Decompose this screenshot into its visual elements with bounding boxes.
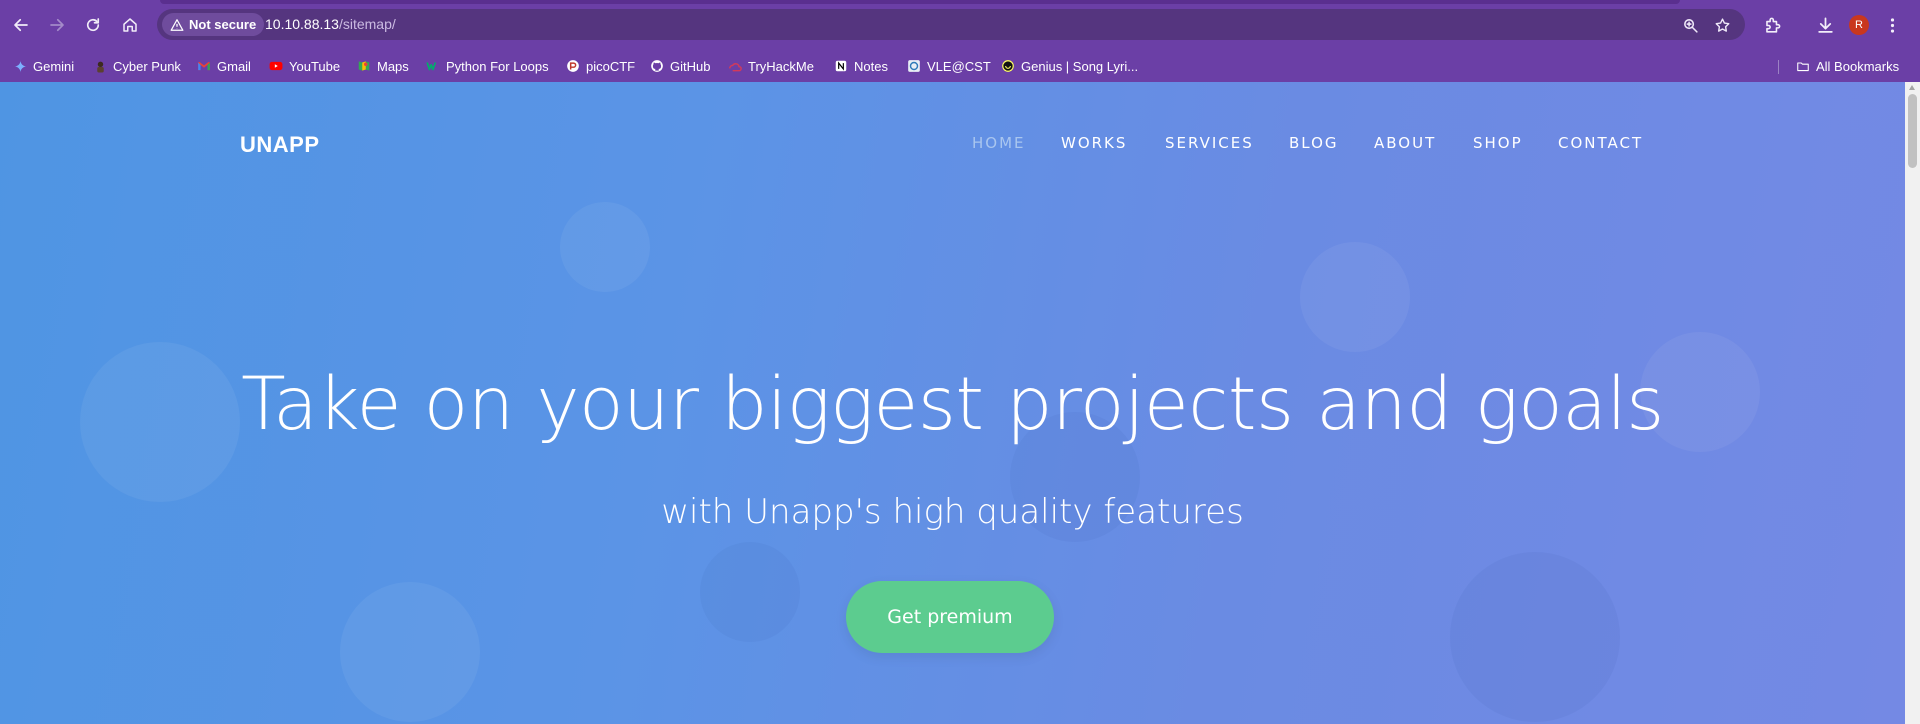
- bookmark-label: Gemini: [33, 58, 75, 74]
- security-label: Not secure: [189, 17, 257, 32]
- w3schools-icon: [426, 59, 440, 73]
- bookmark-label: picoCTF: [586, 58, 636, 74]
- back-button[interactable]: [8, 12, 34, 38]
- nav-works[interactable]: WORKS: [1061, 134, 1127, 152]
- nav-home[interactable]: HOME: [972, 134, 1026, 152]
- all-bookmarks-label: All Bookmarks: [1816, 58, 1900, 74]
- bookmark-label: Cyber Punk: [113, 58, 181, 74]
- bookmark-label: Maps: [377, 58, 409, 74]
- nav-about[interactable]: ABOUT: [1374, 134, 1436, 152]
- background-bokeh: [700, 542, 800, 642]
- url-text[interactable]: 10.10.88.13/sitemap/: [265, 16, 396, 32]
- nav-contact[interactable]: CONTACT: [1558, 134, 1643, 152]
- bookmark-label: Notes: [854, 58, 888, 74]
- arrow-left-icon: [14, 18, 28, 32]
- bookmark-label: Python For Loops: [446, 58, 549, 74]
- browser-toolbar: Not secure 10.10.88.13/sitemap/ R: [0, 0, 1920, 50]
- browser-menu-button[interactable]: [1880, 13, 1904, 37]
- background-bokeh: [1450, 552, 1620, 722]
- bookmark-genius[interactable]: Genius | Song Lyri...: [1001, 56, 1138, 76]
- bookmark-cyber-punk[interactable]: Cyber Punk: [93, 56, 181, 76]
- genius-icon: [1001, 59, 1015, 73]
- home-button[interactable]: [117, 12, 143, 38]
- hero-title: Take on your biggest projects and goals: [241, 362, 1664, 447]
- bookmarks-separator: [1778, 60, 1779, 74]
- vle-icon: [907, 59, 921, 73]
- gemini-icon: [13, 59, 27, 73]
- url-path: /sitemap/: [338, 16, 396, 32]
- background-bokeh: [340, 582, 480, 722]
- bookmark-vle-cst[interactable]: VLE@CST: [907, 56, 991, 76]
- nav-services[interactable]: SERVICES: [1165, 134, 1254, 152]
- main-navigation: HOME WORKS SERVICES BLOG ABOUT SHOP CONT…: [0, 134, 1905, 158]
- folder-icon: [1796, 59, 1810, 73]
- bookmark-picoctf[interactable]: picoCTF: [566, 56, 635, 76]
- profile-avatar[interactable]: R: [1849, 15, 1869, 35]
- bookmark-label: YouTube: [289, 58, 341, 74]
- bookmarks-bar: Gemini Cyber Punk Gmail YouTube Maps Pyt…: [0, 50, 1920, 82]
- bookmark-star-button[interactable]: [1712, 15, 1732, 35]
- zoom-button[interactable]: [1680, 15, 1700, 35]
- picoctf-icon: [566, 59, 580, 73]
- youtube-icon: [269, 59, 283, 73]
- extensions-button[interactable]: [1760, 13, 1784, 37]
- bookmark-notes[interactable]: Notes: [834, 56, 888, 76]
- bookmark-tryhackme[interactable]: TryHackMe: [728, 56, 814, 76]
- reload-button[interactable]: [80, 12, 106, 38]
- home-icon: [123, 18, 137, 32]
- nav-shop[interactable]: SHOP: [1473, 134, 1523, 152]
- puzzle-icon: [1765, 17, 1780, 33]
- zoom-icon: [1683, 18, 1698, 33]
- page-viewport: UNAPP HOME WORKS SERVICES BLOG ABOUT SHO…: [0, 82, 1905, 724]
- cyberpunk-icon: [93, 59, 107, 73]
- bookmark-gmail[interactable]: Gmail: [197, 56, 251, 76]
- bookmark-label: TryHackMe: [748, 58, 814, 74]
- bookmark-maps[interactable]: Maps: [357, 56, 409, 76]
- background-bokeh: [560, 202, 650, 292]
- page-scrollbar[interactable]: [1905, 82, 1920, 724]
- url-host: 10.10.88.13: [265, 16, 339, 32]
- bookmark-github[interactable]: GitHub: [650, 56, 710, 76]
- bookmark-label: Gmail: [217, 58, 251, 74]
- maps-icon: [357, 59, 371, 73]
- all-bookmarks-button[interactable]: All Bookmarks: [1796, 56, 1899, 76]
- bookmark-gemini[interactable]: Gemini: [13, 56, 74, 76]
- hero-subtitle: with Unapp's high quality features: [661, 492, 1244, 532]
- forward-button[interactable]: [44, 12, 70, 38]
- downloads-button[interactable]: [1813, 13, 1837, 37]
- bookmark-label: VLE@CST: [927, 58, 991, 74]
- github-icon: [650, 59, 664, 73]
- more-vertical-icon: [1890, 17, 1894, 33]
- bookmark-youtube[interactable]: YouTube: [269, 56, 340, 76]
- scroll-up-arrow-icon[interactable]: [1909, 85, 1915, 90]
- arrow-right-icon: [50, 18, 64, 32]
- warning-icon: [170, 18, 184, 31]
- bookmark-python-for-loops[interactable]: Python For Loops: [426, 56, 549, 76]
- background-bokeh: [1300, 242, 1410, 352]
- reload-icon: [86, 18, 100, 32]
- download-icon: [1817, 17, 1833, 33]
- notion-icon: [834, 59, 848, 73]
- get-premium-button[interactable]: Get premium: [846, 581, 1054, 653]
- nav-blog[interactable]: BLOG: [1289, 134, 1339, 152]
- scrollbar-thumb[interactable]: [1908, 94, 1917, 168]
- bookmark-label: GitHub: [670, 58, 711, 74]
- tryhackme-icon: [728, 59, 742, 73]
- site-info-chip[interactable]: Not secure: [162, 13, 265, 36]
- star-icon: [1715, 17, 1729, 32]
- gmail-icon: [197, 59, 211, 73]
- bookmark-label: Genius | Song Lyri...: [1021, 58, 1139, 74]
- address-bar[interactable]: Not secure 10.10.88.13/sitemap/: [157, 9, 1745, 40]
- tab-strip-edge: [160, 0, 1680, 4]
